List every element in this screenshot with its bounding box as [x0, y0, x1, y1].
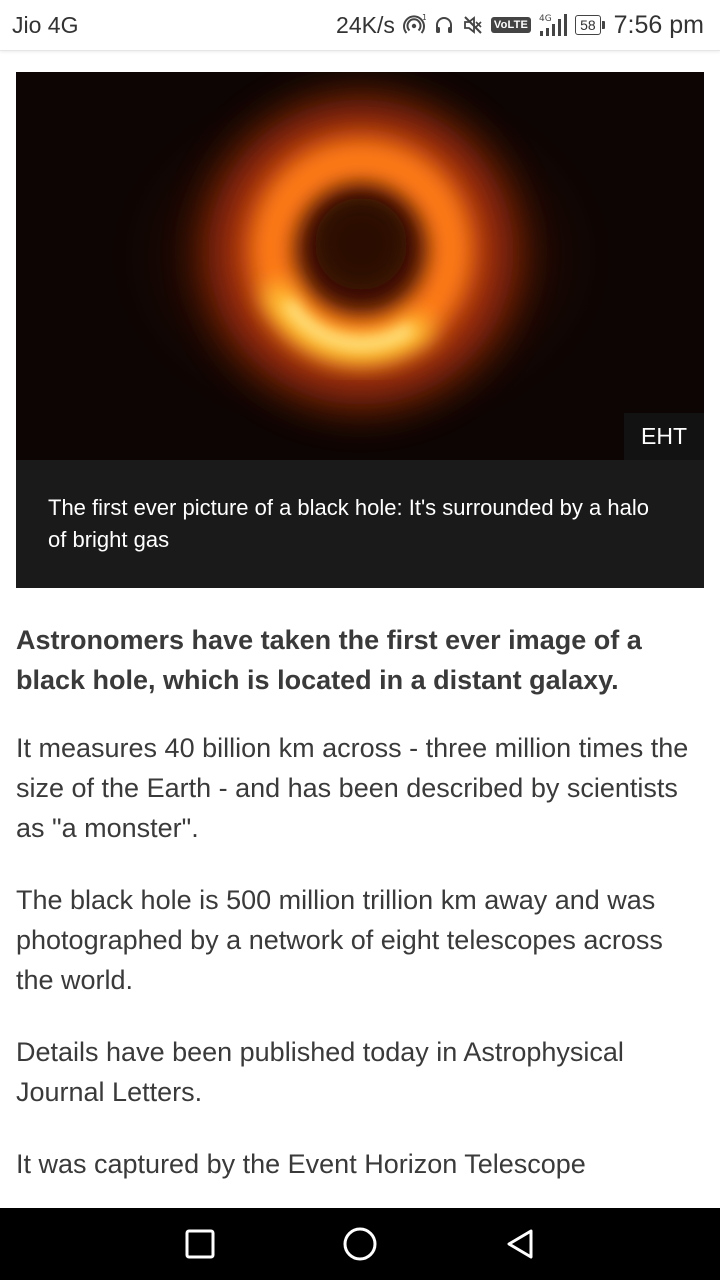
battery-tip: [601, 21, 605, 29]
image-credit: EHT: [624, 413, 704, 460]
article-content[interactable]: EHT The first ever picture of a black ho…: [0, 50, 720, 1208]
home-icon: [343, 1227, 377, 1261]
article-body: Astronomers have taken the first ever im…: [16, 620, 700, 1208]
status-bar: Jio 4G 24K/s 1 VoLTE 4G 58 7:56 pm: [0, 0, 720, 51]
network-type-label: 4G: [539, 14, 552, 24]
article-figure: EHT The first ever picture of a black ho…: [16, 72, 704, 588]
black-hole-image[interactable]: EHT: [16, 72, 704, 460]
clock: 7:56 pm: [613, 10, 704, 39]
volte-icon: VoLTE: [490, 17, 532, 33]
article-paragraph: It measures 40 billion km across - three…: [16, 733, 689, 843]
back-button[interactable]: [502, 1226, 538, 1262]
svg-text:1: 1: [422, 13, 426, 22]
article-paragraph: It was captured by the Event Horizon Tel…: [16, 1149, 586, 1179]
headphones-icon: [433, 14, 455, 36]
home-button[interactable]: [342, 1226, 378, 1262]
mute-icon: [462, 14, 484, 36]
recent-apps-button[interactable]: [182, 1226, 218, 1262]
article-lead: Astronomers have taken the first ever im…: [16, 625, 642, 695]
battery-icon: 58: [575, 15, 605, 35]
image-caption: The first ever picture of a black hole: …: [48, 495, 649, 552]
recent-apps-icon: [185, 1229, 215, 1259]
signal-icon: 4G: [538, 12, 568, 38]
navigation-bar: [0, 1208, 720, 1280]
article-paragraph: Details have been published today in Ast…: [16, 1037, 624, 1107]
hotspot-icon: 1: [402, 13, 426, 37]
back-icon: [507, 1229, 533, 1259]
network-speed: 24K/s: [336, 11, 395, 38]
status-icons: 24K/s 1 VoLTE 4G 58 7:56 pm: [336, 10, 704, 40]
article-paragraph: The black hole is 500 million trillion k…: [16, 885, 663, 995]
carrier-name: Jio 4G: [12, 12, 79, 38]
battery-level: 58: [575, 15, 601, 35]
